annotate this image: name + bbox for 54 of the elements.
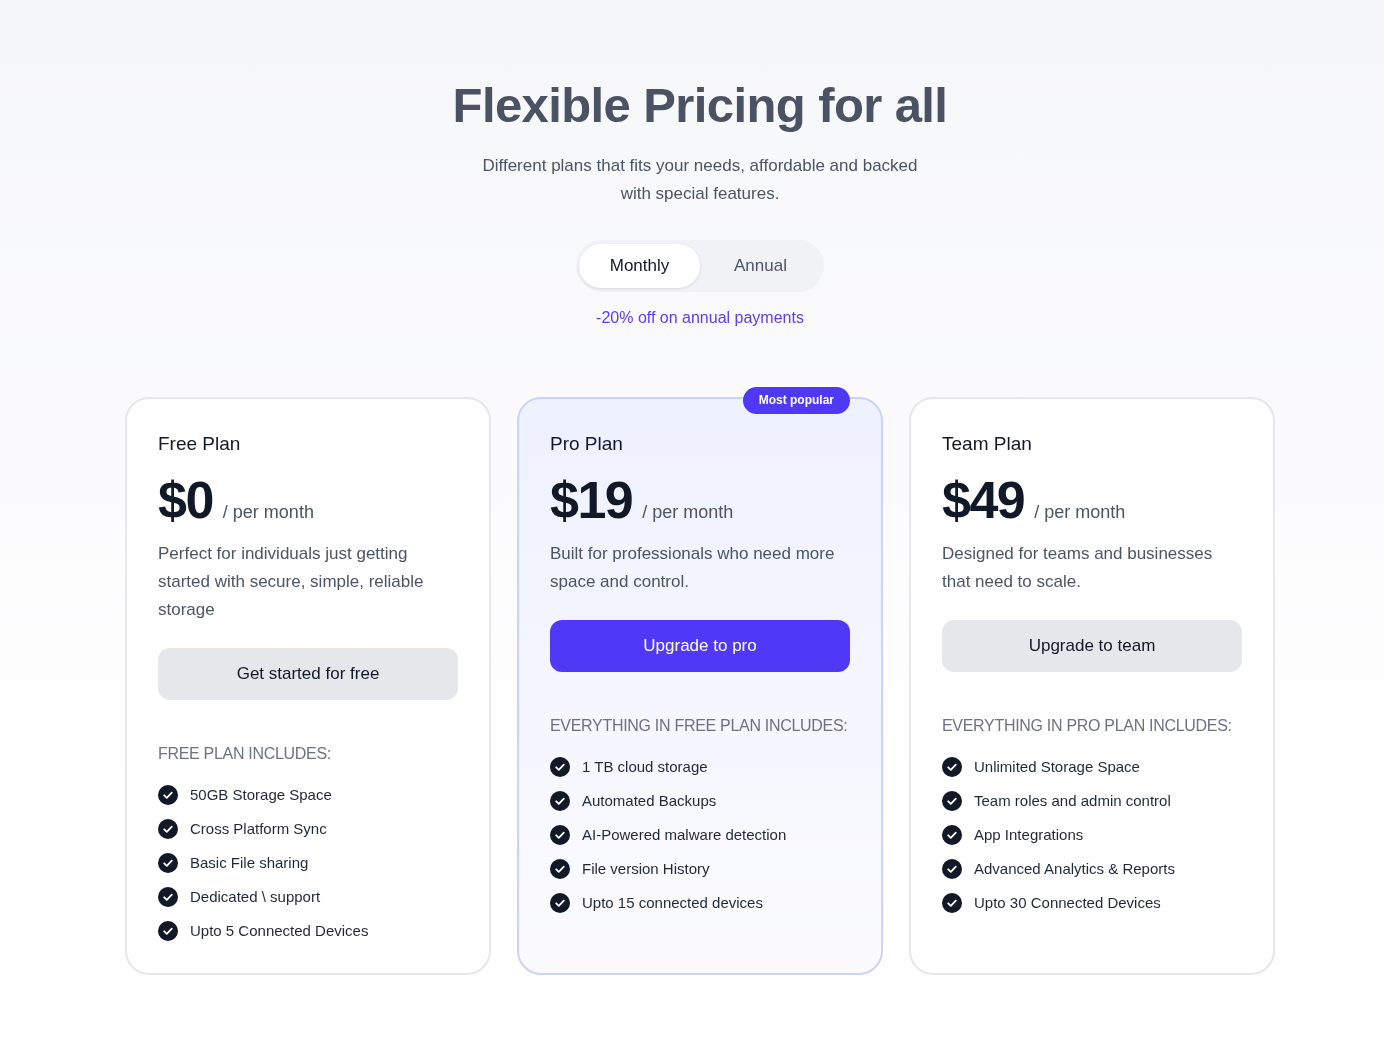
price-period: / per month xyxy=(222,501,314,524)
page-subtitle: Different plans that fits your needs, affordable and backed with special features. xyxy=(481,155,919,205)
feature-text: Team roles and admin control xyxy=(974,791,1171,811)
feature-text: Upto 5 Connected Devices xyxy=(190,921,369,941)
feature-text: Upto 15 connected devices xyxy=(582,893,763,913)
plan-price: $19 xyxy=(550,474,633,526)
features-heading: EVERYTHING IN FREE PLAN INCLUDES: xyxy=(550,716,848,736)
feature-text: Dedicated \ support xyxy=(190,887,321,907)
feature-text: Automated Backups xyxy=(582,791,717,811)
popular-badge: Most popular xyxy=(742,387,850,414)
check-circle-icon xyxy=(942,757,962,777)
check-circle-icon xyxy=(550,791,570,811)
check-circle-icon xyxy=(158,819,178,839)
check-circle-icon xyxy=(942,825,962,845)
feature-text: Advanced Analytics & Reports xyxy=(974,859,1175,879)
discount-note: -20% off on annual payments xyxy=(596,308,804,328)
plan-name: Team Plan xyxy=(942,432,1032,456)
features-heading: EVERYTHING IN PRO PLAN INCLUDES: xyxy=(942,716,1232,736)
feature-text: 1 TB cloud storage xyxy=(582,757,708,777)
feature-text: AI-Powered malware detection xyxy=(582,825,787,845)
plan-price: $0 xyxy=(158,474,213,526)
check-circle-icon xyxy=(550,859,570,879)
plan-name: Free Plan xyxy=(158,432,241,456)
check-circle-icon xyxy=(942,791,962,811)
check-circle-icon xyxy=(942,893,962,913)
check-circle-icon xyxy=(550,893,570,913)
check-circle-icon xyxy=(550,825,570,845)
features-heading: FREE PLAN INCLUDES: xyxy=(158,744,331,764)
feature-text: Unlimited Storage Space xyxy=(974,757,1140,777)
plan-price: $49 xyxy=(942,474,1025,526)
price-period: / per month xyxy=(1034,501,1126,524)
page-title: Flexible Pricing for all xyxy=(452,77,948,134)
plan-description: Designed for teams and businesses that need to scale. xyxy=(942,543,1214,593)
check-circle-icon xyxy=(942,859,962,879)
plan-name: Pro Plan xyxy=(550,432,623,456)
feature-text: Basic File sharing xyxy=(190,853,309,873)
check-circle-icon xyxy=(158,887,178,907)
feature-text: 50GB Storage Space xyxy=(190,785,332,805)
feature-text: File version History xyxy=(582,859,710,879)
price-period: / per month xyxy=(642,501,734,524)
feature-text: Cross Platform Sync xyxy=(190,819,327,839)
check-circle-icon xyxy=(550,757,570,777)
plan-button[interactable]: Upgrade to pro xyxy=(550,620,850,672)
plan-button[interactable]: Upgrade to team xyxy=(942,620,1242,672)
feature-text: Upto 30 Connected Devices xyxy=(974,893,1161,913)
check-circle-icon xyxy=(158,921,178,941)
plan-description: Perfect for individuals just getting started with secure, simple, reliable storage xyxy=(158,543,425,621)
feature-text: App Integrations xyxy=(974,825,1084,845)
plan-button[interactable]: Get started for free xyxy=(158,648,458,700)
check-circle-icon xyxy=(158,853,178,873)
billing-tab[interactable]: Monthly xyxy=(579,244,700,288)
billing-tab[interactable]: Annual xyxy=(700,244,821,288)
check-circle-icon xyxy=(158,785,178,805)
plan-description: Built for professionals who need more space and control. xyxy=(550,543,836,593)
